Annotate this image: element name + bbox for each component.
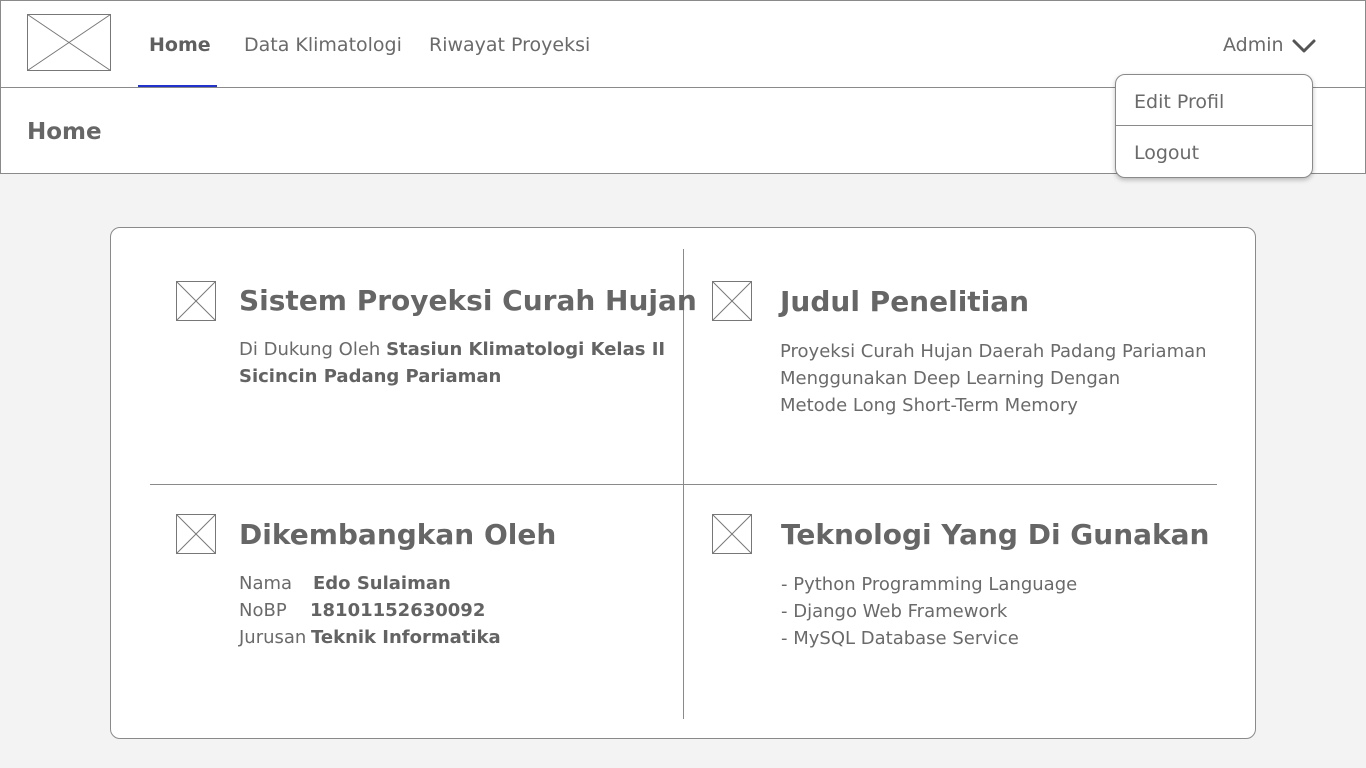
image-placeholder-icon	[176, 281, 216, 321]
user-dropdown-menu: Edit Profil Logout	[1115, 74, 1313, 178]
technology-title: Teknologi Yang Di Gunakan	[781, 518, 1210, 551]
info-card: Sistem Proyeksi Curah Hujan Di Dukung Ol…	[110, 227, 1256, 739]
image-placeholder-icon	[712, 514, 752, 554]
menu-item-logout[interactable]: Logout	[1116, 127, 1312, 178]
system-title: Sistem Proyeksi Curah Hujan	[239, 284, 697, 317]
developer-value-jurusan: Teknik Informatika	[311, 627, 501, 648]
system-prefix: Di Dukung Oleh	[239, 339, 387, 360]
system-station-line-2: Sicincin Padang Pariaman	[239, 366, 502, 387]
research-line: Metode Long Short-Term Memory	[780, 395, 1078, 416]
technology-list: - Python Programming Language - Django W…	[781, 571, 1077, 652]
research-line: Proyeksi Curah Hujan Daerah Padang Paria…	[780, 341, 1207, 362]
research-line: Menggunakan Deep Learning Dengan	[780, 368, 1121, 389]
chevron-down-icon	[1292, 39, 1316, 53]
nav-home[interactable]: Home	[149, 1, 211, 88]
system-station-line-1: Stasiun Klimatologi Kelas II	[386, 339, 666, 360]
research-description: Proyeksi Curah Hujan Daerah Padang Paria…	[780, 338, 1207, 419]
system-description: Di Dukung Oleh Stasiun Klimatologi Kelas…	[239, 336, 665, 390]
technology-item: - Python Programming Language	[781, 574, 1078, 595]
developer-value-nama: Edo Sulaiman	[313, 573, 451, 594]
image-placeholder-icon	[712, 281, 752, 321]
developer-label-nama: Nama	[239, 573, 293, 594]
developer-details: Nama Edo Sulaiman NoBP 18101152630092 Juru…	[239, 570, 501, 651]
nav-riwayat-proyeksi[interactable]: Riwayat Proyeksi	[429, 1, 590, 88]
developer-title: Dikembangkan Oleh	[239, 518, 557, 551]
page-title: Home	[27, 119, 102, 145]
menu-item-edit-profil[interactable]: Edit Profil	[1116, 75, 1312, 126]
image-placeholder-icon	[176, 514, 216, 554]
technology-item: - Django Web Framework	[781, 601, 1008, 622]
horizontal-divider	[150, 484, 1217, 485]
research-title: Judul Penelitian	[780, 285, 1030, 318]
developer-value-nobp: 18101152630092	[310, 600, 486, 621]
developer-label-nobp: NoBP	[239, 600, 287, 621]
developer-label-jurusan: Jurusan	[239, 627, 307, 648]
logo-placeholder-icon[interactable]	[27, 14, 111, 71]
user-name: Admin	[1223, 34, 1284, 56]
technology-item: - MySQL Database Service	[781, 628, 1019, 649]
nav-data-klimatologi[interactable]: Data Klimatologi	[244, 1, 402, 88]
